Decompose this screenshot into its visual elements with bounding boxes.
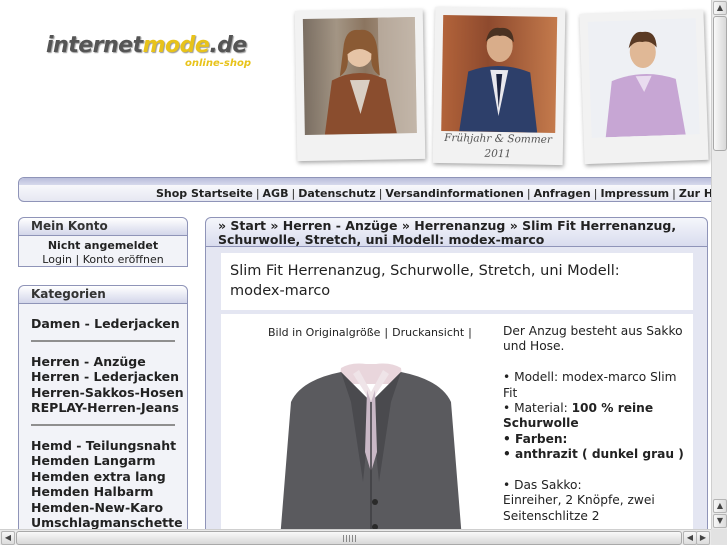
- horizontal-scrollbar[interactable]: ◀ ◀ ▶: [0, 529, 711, 545]
- category-link[interactable]: Hemden extra lang: [31, 469, 187, 485]
- desc-farbe-1: • anthrazit ( dunkel grau ): [503, 447, 684, 462]
- scroll-down-icon[interactable]: ▼: [713, 514, 727, 528]
- vertical-scroll-thumb[interactable]: [713, 16, 727, 151]
- account-links: Login | Konto eröffnen: [42, 253, 164, 266]
- site-logo[interactable]: internetmode.de online-shop: [46, 33, 251, 69]
- category-link[interactable]: Hemden Langarm: [31, 453, 187, 469]
- nav-topband: [19, 178, 711, 185]
- logo-text: internetmode.de: [46, 33, 247, 58]
- man-shirt-figure-icon: [605, 31, 686, 138]
- print-view-link[interactable]: Druckansicht: [392, 326, 464, 339]
- nav-link-agb[interactable]: AGB: [263, 187, 289, 200]
- account-box: Mein Konto Nicht angemeldet Login | Kont…: [18, 217, 188, 267]
- category-divider: [31, 339, 175, 342]
- man-suit-image: [441, 15, 558, 133]
- category-group-hemden: Hemd - Teilungsnaht Hemden Langarm Hemde…: [19, 438, 187, 530]
- nav-link-datenschutz[interactable]: Datenschutz: [298, 187, 376, 200]
- scroll-left-icon[interactable]: ◀: [683, 531, 697, 545]
- desc-farben: • Farben:: [503, 431, 568, 446]
- category-link[interactable]: Hemd - Teilungsnaht: [31, 438, 187, 454]
- man-shirt-image: [587, 18, 700, 138]
- top-navigation: Shop Startseite | AGB | Datenschutz | Versandi…: [18, 177, 711, 202]
- category-divider: [31, 423, 175, 426]
- woman-figure-icon: [324, 17, 417, 135]
- categories-box: Kategorien Damen - Lederjacken Herren - …: [18, 285, 188, 529]
- breadcrumb[interactable]: » Start » Herren - Anzüge » Herrenanzug …: [205, 217, 708, 247]
- scroll-grip-icon: [343, 535, 357, 542]
- nav-link-impressum[interactable]: Impressum: [600, 187, 669, 200]
- nav-link-versandinformationen[interactable]: Versandinformationen: [385, 187, 523, 200]
- nav-links: Shop Startseite | AGB | Datenschutz | Versandi…: [156, 187, 711, 200]
- account-box-title: Mein Konto: [19, 218, 187, 236]
- account-status: Nicht angemeldet: [47, 239, 159, 252]
- scroll-up-icon[interactable]: ▲: [713, 1, 727, 15]
- category-link[interactable]: Hemden-New-Karo: [31, 500, 187, 516]
- category-link[interactable]: REPLAY-Herren-Jeans: [31, 400, 187, 416]
- product-image[interactable]: [271, 362, 471, 529]
- login-link[interactable]: Login: [42, 253, 72, 266]
- logo-subtitle: online-shop: [185, 58, 251, 69]
- category-link[interactable]: Umschlagmanschette: [31, 515, 187, 529]
- breadcrumb-line-2[interactable]: Schurwolle, Stretch, uni Modell: modex-m…: [218, 233, 707, 247]
- register-link[interactable]: Konto eröffnen: [83, 253, 164, 266]
- category-group-herren: Herren - Anzüge Herren - Lederjacken Her…: [19, 354, 187, 416]
- desc-sakko: • Das Sakko:: [503, 478, 582, 493]
- original-size-link[interactable]: Bild in Originalgröße: [268, 326, 380, 339]
- category-link[interactable]: Herren-Sakkos-Hosen: [31, 385, 187, 401]
- category-group-damen: Damen - Lederjacken: [19, 316, 187, 332]
- product-title: Slim Fit Herrenanzug, Schurwolle, Stretc…: [221, 253, 693, 310]
- vertical-scrollbar[interactable]: ▲ ▲ ▼: [711, 0, 727, 529]
- banner-caption: Frühjahr & Sommer 2011: [444, 132, 553, 161]
- nav-link-anfragen[interactable]: Anfragen: [534, 187, 591, 200]
- category-link[interactable]: Herren - Anzüge: [31, 354, 187, 370]
- banner-photo-woman: [294, 8, 426, 162]
- product-detail: Bild in Originalgröße | Druckansicht | Der …: [221, 314, 693, 529]
- category-link[interactable]: Herren - Lederjacken: [31, 369, 187, 385]
- desc-material: • Material: 100 % reine Schurwolle: [503, 401, 654, 431]
- categories-box-title: Kategorien: [19, 286, 187, 304]
- nav-link-startseite[interactable]: Shop Startseite: [156, 187, 253, 200]
- browser-viewport: internetmode.de online-shop Frühjahr & S…: [0, 0, 711, 529]
- banner-photo-man-shirt: [579, 9, 709, 165]
- jacket-icon: [280, 363, 462, 529]
- woman-image: [302, 17, 417, 135]
- product-description: Der Anzug besteht aus Sakko und Hose. • …: [503, 324, 685, 524]
- desc-sakko-detail: Einreiher, 2 Knöpfe, zwei Seitenschlitze…: [503, 493, 655, 523]
- nav-link-homepage[interactable]: Zur Homep: [679, 187, 711, 200]
- horizontal-scroll-thumb[interactable]: [16, 531, 682, 545]
- banner-photo-man-suit: Frühjahr & Sommer 2011: [432, 6, 566, 166]
- scroll-right-icon[interactable]: ▶: [696, 531, 710, 545]
- scroll-left-icon[interactable]: ◀: [1, 531, 15, 545]
- scroll-up-icon[interactable]: ▲: [713, 499, 727, 513]
- image-links: Bild in Originalgröße | Druckansicht |: [268, 326, 472, 339]
- desc-intro: Der Anzug besteht aus Sakko und Hose.: [503, 324, 683, 354]
- category-link[interactable]: Hemden Halbarm: [31, 484, 187, 500]
- scrollbar-corner: [711, 529, 727, 545]
- man-suit-figure-icon: [459, 27, 538, 133]
- desc-modell: • Modell: modex-marco Slim Fit: [503, 370, 677, 400]
- category-link[interactable]: Damen - Lederjacken: [31, 316, 187, 332]
- breadcrumb-line-1[interactable]: » Start » Herren - Anzüge » Herrenanzug …: [218, 219, 707, 233]
